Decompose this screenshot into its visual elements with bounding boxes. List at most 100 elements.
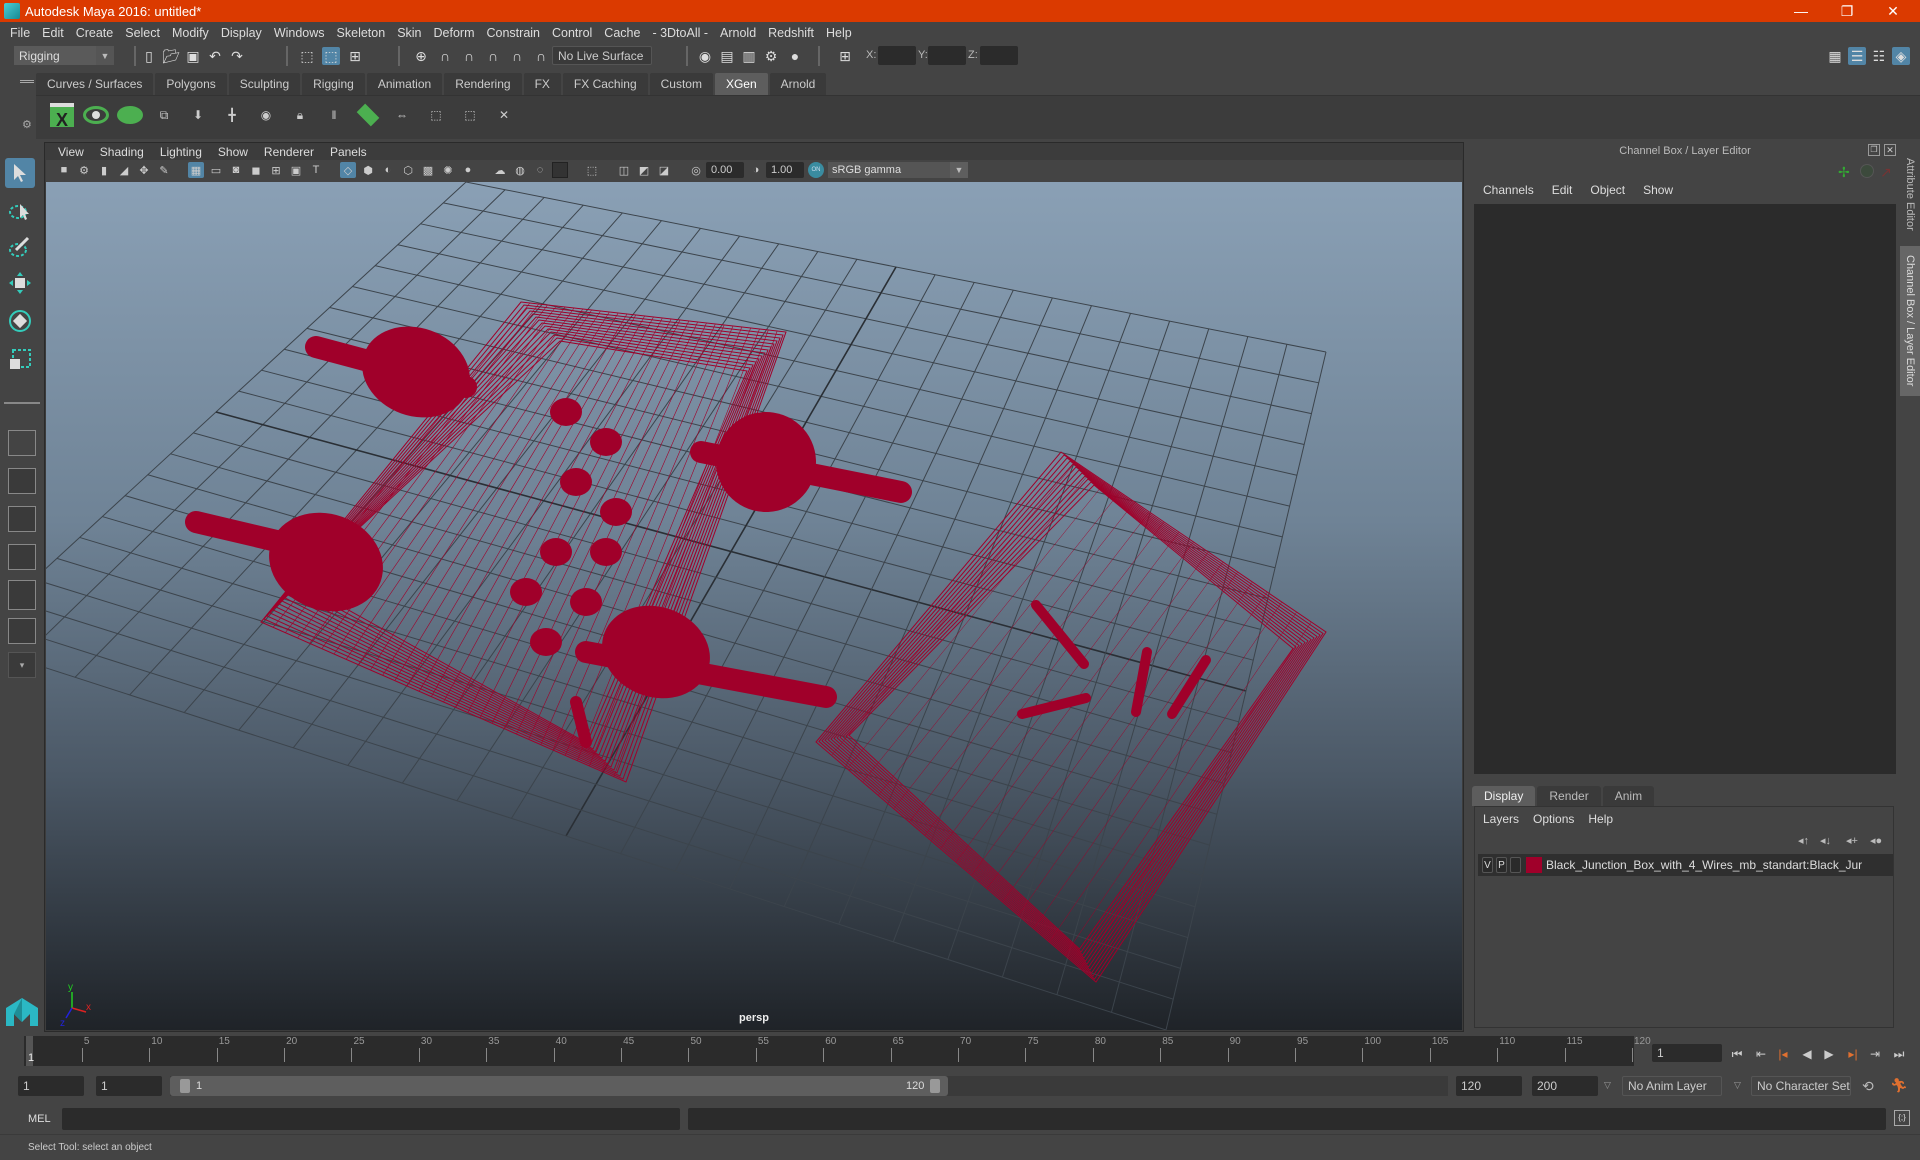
- more-layouts-icon[interactable]: ▾: [8, 652, 36, 678]
- script-editor-icon[interactable]: {;}: [1894, 1110, 1910, 1126]
- playback-end-field[interactable]: 120: [1456, 1076, 1522, 1096]
- manipulator-axes-icon[interactable]: ✢: [1838, 164, 1850, 181]
- single-perspective-layout-icon[interactable]: [8, 430, 36, 456]
- film-gate-icon[interactable]: ▭: [208, 162, 224, 178]
- step-back-key-icon[interactable]: ⇤: [1752, 1045, 1770, 1063]
- depth-of-field-icon[interactable]: [552, 162, 568, 178]
- color-space-dropdown[interactable]: sRGB gamma ▼: [828, 162, 968, 178]
- live-surface-field[interactable]: No Live Surface: [552, 46, 652, 65]
- shelf-tab-custom[interactable]: Custom: [649, 73, 713, 95]
- viewport-menu-renderer[interactable]: Renderer: [256, 145, 322, 159]
- wireframe-icon[interactable]: ◇: [340, 162, 356, 178]
- add-guide-icon[interactable]: ╋: [218, 101, 246, 129]
- edit-menu[interactable]: Edit: [1543, 183, 1582, 201]
- move-tool-icon[interactable]: [5, 268, 35, 298]
- y-field[interactable]: [928, 46, 966, 65]
- gate-mask-icon[interactable]: ◼: [248, 162, 264, 178]
- step-forward-frame-icon[interactable]: ▸|: [1844, 1045, 1862, 1063]
- shelf-settings-gear-icon[interactable]: ⚙: [22, 118, 32, 131]
- animation-preferences-icon[interactable]: 🏃︎: [1890, 1077, 1908, 1094]
- default-material-icon[interactable]: ◐: [380, 162, 396, 178]
- select-hierarchy-icon[interactable]: ⬚: [298, 47, 316, 65]
- channel-box-toggle-icon[interactable]: ◈: [1892, 47, 1910, 65]
- tool-settings-icon[interactable]: ☷: [1870, 47, 1888, 65]
- animation-start-field[interactable]: 1: [18, 1076, 84, 1096]
- outliner-persp-layout-icon[interactable]: [8, 506, 36, 532]
- viewport-menu-lighting[interactable]: Lighting: [152, 145, 210, 159]
- view-guide-icon[interactable]: ◉: [252, 101, 280, 129]
- play-forwards-icon[interactable]: ▶: [1820, 1045, 1838, 1063]
- minimize-button[interactable]: —: [1778, 0, 1824, 22]
- menu-cache[interactable]: Cache: [598, 26, 646, 40]
- menu-display[interactable]: Display: [215, 26, 268, 40]
- delete-guides-icon[interactable]: ✕: [490, 101, 518, 129]
- persp-graph-outliner-layout-icon[interactable]: [8, 618, 36, 644]
- make-live-icon[interactable]: ∩: [532, 47, 550, 65]
- select-object-icon[interactable]: ⬚: [322, 47, 340, 65]
- move-layer-up-icon[interactable]: ◂↑: [1798, 834, 1809, 847]
- xgen-window-icon[interactable]: X: [48, 101, 76, 130]
- ipr-render-icon[interactable]: ▥: [740, 47, 758, 65]
- command-input[interactable]: [62, 1108, 680, 1130]
- shelf-tab-rigging[interactable]: Rigging: [302, 73, 365, 95]
- guide-frame-icon[interactable]: ⬚: [456, 101, 484, 129]
- playback-start-field[interactable]: 1: [96, 1076, 162, 1096]
- character-set-chevron-icon[interactable]: ▽: [1734, 1080, 1741, 1091]
- gamma-icon[interactable]: ◑: [748, 162, 764, 178]
- current-frame-field[interactable]: 1: [1652, 1044, 1722, 1062]
- clear-preview-icon[interactable]: [116, 101, 144, 129]
- new-layer-selected-icon[interactable]: ◂●: [1870, 834, 1882, 847]
- absolute-transform-icon[interactable]: ⊞: [836, 47, 854, 65]
- float-panel-icon[interactable]: ❐: [1868, 144, 1880, 156]
- menu-set-dropdown[interactable]: Rigging ▼: [14, 46, 114, 65]
- textured-icon[interactable]: ▩: [420, 162, 436, 178]
- lock-guide-icon[interactable]: 🔒︎: [286, 101, 314, 129]
- bookmarks-icon[interactable]: ▮: [96, 162, 112, 178]
- shelf-tab-rendering[interactable]: Rendering: [444, 73, 522, 95]
- options-menu[interactable]: Options: [1526, 812, 1581, 826]
- render-frame-icon[interactable]: ◉: [696, 47, 714, 65]
- help-menu[interactable]: Help: [1581, 812, 1620, 826]
- motion-blur-icon[interactable]: ◍: [512, 162, 528, 178]
- shelf-tab-animation[interactable]: Animation: [366, 73, 443, 95]
- safe-action-icon[interactable]: ▣: [288, 162, 304, 178]
- shelf-tab-xgen[interactable]: XGen: [714, 73, 768, 95]
- shadows-icon[interactable]: ●: [460, 162, 476, 178]
- range-slider[interactable]: [170, 1076, 948, 1096]
- wireframe-on-shaded-icon[interactable]: ⬡: [400, 162, 416, 178]
- shelf-tab-curves-surfaces[interactable]: Curves / Surfaces: [36, 73, 154, 95]
- menu-constrain[interactable]: Constrain: [481, 26, 547, 40]
- use-all-lights-icon[interactable]: ✺: [440, 162, 456, 178]
- field-chart-icon[interactable]: ⊞: [268, 162, 284, 178]
- save-scene-icon[interactable]: ▣: [184, 47, 202, 65]
- junction-box-wireframe[interactable]: [185, 301, 1327, 983]
- menu-skin[interactable]: Skin: [391, 26, 427, 40]
- close-panel-icon[interactable]: ✕: [1884, 144, 1896, 156]
- select-tool-icon[interactable]: [5, 158, 35, 188]
- layers-menu[interactable]: Layers: [1476, 812, 1526, 826]
- tab-anim[interactable]: Anim: [1602, 786, 1655, 806]
- redo-icon[interactable]: ↷: [228, 47, 246, 65]
- exposure-icon[interactable]: ◎: [688, 162, 704, 178]
- menu-select[interactable]: Select: [119, 26, 166, 40]
- channels-menu[interactable]: Channels: [1474, 183, 1543, 201]
- smooth-shade-icon[interactable]: ⬢: [360, 162, 376, 178]
- attribute-editor-side-tab[interactable]: Attribute Editor: [1900, 146, 1920, 242]
- hypershade-icon[interactable]: ●: [786, 47, 804, 65]
- menu-create[interactable]: Create: [70, 26, 120, 40]
- select-camera-icon[interactable]: ■: [56, 162, 72, 178]
- menu-deform[interactable]: Deform: [428, 26, 481, 40]
- character-set-dropdown[interactable]: No Character Set: [1751, 1076, 1851, 1096]
- select-component-icon[interactable]: ⊞: [346, 47, 364, 65]
- show-menu[interactable]: Show: [1634, 183, 1682, 201]
- 2d-pan-zoom-icon[interactable]: ✥: [136, 162, 152, 178]
- menu-control[interactable]: Control: [546, 26, 598, 40]
- speed-icon[interactable]: [1860, 164, 1874, 178]
- viewport-menu-view[interactable]: View: [50, 145, 92, 159]
- snap-live-icon[interactable]: ∩: [508, 47, 526, 65]
- layer-row[interactable]: V P Black_Junction_Box_with_4_Wires_mb_s…: [1478, 854, 1893, 876]
- shelf-tab-sculpting[interactable]: Sculpting: [228, 73, 301, 95]
- xray-joints-icon[interactable]: ◩: [636, 162, 652, 178]
- shelf-tab-fx[interactable]: FX: [523, 73, 561, 95]
- paint-density-icon[interactable]: [354, 101, 382, 129]
